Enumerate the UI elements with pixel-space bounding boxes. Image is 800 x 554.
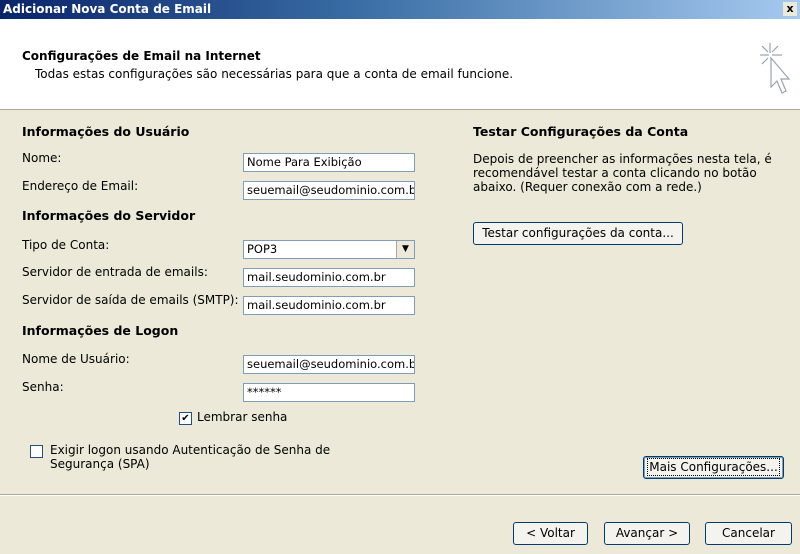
- cursor-sparkle-icon: [760, 43, 791, 94]
- remember-password-label[interactable]: Lembrar senha: [197, 410, 287, 424]
- title-bar: Adicionar Nova Conta de Email x: [0, 0, 800, 19]
- username-input[interactable]: seuemail@seudominio.com.br: [243, 355, 415, 374]
- remember-password-checkbox[interactable]: ✔: [179, 412, 192, 425]
- spa-label[interactable]: Exigir logon usando Autenticação de Senh…: [50, 443, 370, 471]
- account-type-label: Tipo de Conta:: [22, 238, 110, 252]
- wizard-body: Informações do Usuário Nome: Nome Para E…: [0, 109, 800, 494]
- test-description: Depois de preencher as informações nesta…: [473, 152, 772, 194]
- next-button[interactable]: Avançar >: [604, 522, 690, 545]
- email-input[interactable]: seuemail@seudominio.com.br: [243, 181, 415, 200]
- test-account-button[interactable]: Testar configurações da conta...: [473, 222, 683, 245]
- page-title: Configurações de Email na Internet: [22, 49, 261, 63]
- account-type-select[interactable]: POP3 ▼: [243, 240, 415, 259]
- divider: [0, 494, 800, 496]
- back-button[interactable]: < Voltar: [513, 522, 588, 545]
- close-icon[interactable]: x: [783, 2, 797, 16]
- section-logon-info: Informações de Logon: [22, 323, 179, 338]
- more-settings-button[interactable]: Mais Configurações...: [643, 456, 784, 479]
- email-label: Endereço de Email:: [22, 179, 139, 193]
- account-type-value: POP3: [247, 242, 278, 256]
- incoming-server-input[interactable]: mail.seudominio.com.br: [243, 268, 415, 287]
- outgoing-server-label: Servidor de saída de emails (SMTP):: [22, 293, 239, 307]
- name-input[interactable]: Nome Para Exibição: [243, 153, 415, 172]
- outgoing-server-input[interactable]: mail.seudominio.com.br: [243, 296, 415, 315]
- name-label: Nome:: [22, 151, 62, 165]
- section-test-settings: Testar Configurações da Conta: [473, 124, 689, 139]
- spa-checkbox[interactable]: [30, 445, 43, 458]
- window-title: Adicionar Nova Conta de Email: [3, 2, 212, 16]
- wizard-header: Configurações de Email na Internet Todas…: [0, 19, 800, 110]
- section-server-info: Informações do Servidor: [22, 208, 196, 223]
- chevron-down-icon[interactable]: ▼: [396, 241, 414, 258]
- page-subtitle: Todas estas configurações são necessária…: [35, 67, 514, 81]
- password-input[interactable]: ******: [243, 383, 415, 402]
- password-label: Senha:: [22, 380, 64, 394]
- cancel-button[interactable]: Cancelar: [705, 522, 792, 545]
- username-label: Nome de Usuário:: [22, 352, 130, 366]
- incoming-server-label: Servidor de entrada de emails:: [22, 265, 208, 279]
- section-user-info: Informações do Usuário: [22, 124, 190, 139]
- more-settings-label: Mais Configurações...: [647, 458, 780, 476]
